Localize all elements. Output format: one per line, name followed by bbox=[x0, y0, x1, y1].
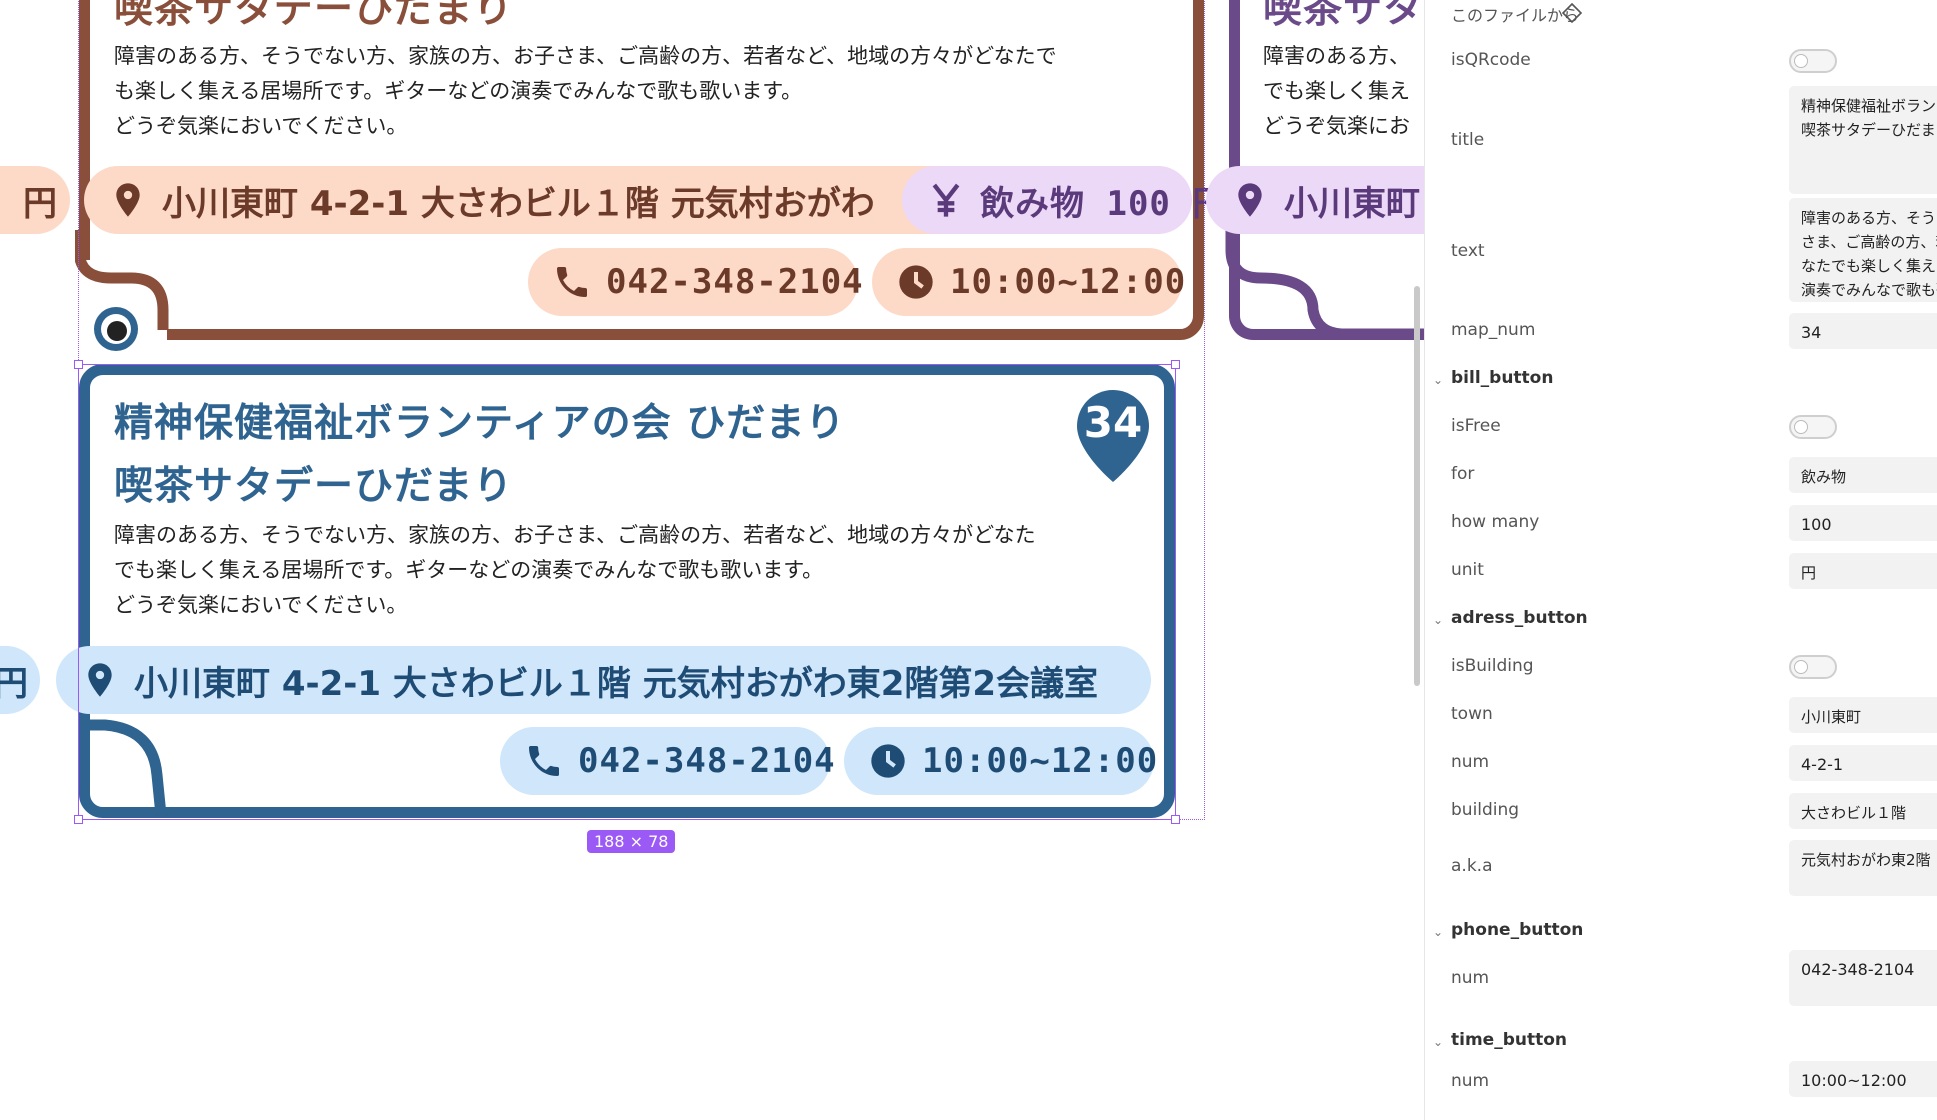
card-right-desc-2: でも楽しく集え bbox=[1263, 79, 1410, 103]
map-num-label: map_num bbox=[1451, 320, 1536, 340]
how-many-field[interactable]: 100 bbox=[1789, 505, 1937, 541]
pin-icon bbox=[1238, 183, 1262, 217]
address-text: 小川東町 bbox=[1284, 183, 1420, 224]
chevron-down-icon[interactable]: ⌄ bbox=[1433, 1035, 1443, 1049]
chevron-down-icon[interactable]: ⌄ bbox=[1433, 613, 1443, 627]
selection-size-tag: 188 × 78 bbox=[587, 830, 676, 853]
pill-text: 円 bbox=[0, 663, 28, 704]
resize-handle-bl[interactable] bbox=[74, 815, 83, 824]
source-label: このファイルから bbox=[1451, 6, 1580, 25]
bill-button-group[interactable]: bill_button bbox=[1451, 368, 1553, 388]
isbuilding-toggle[interactable] bbox=[1789, 655, 1837, 679]
num-field[interactable]: 4-2-1 bbox=[1789, 745, 1937, 781]
aka-label: a.k.a bbox=[1451, 856, 1493, 876]
phone-num-field[interactable]: 042-348-2104 bbox=[1789, 950, 1937, 1006]
card-right-tab-curve bbox=[1225, 230, 1424, 340]
resize-handle-br[interactable] bbox=[1171, 815, 1180, 824]
phone-button-group[interactable]: phone_button bbox=[1451, 920, 1583, 940]
card-right-address-pill[interactable]: 小川東町 bbox=[1206, 166, 1424, 234]
title-label: title bbox=[1451, 130, 1485, 150]
isbuilding-label: isBuilding bbox=[1451, 656, 1534, 676]
unit-field[interactable]: 円 bbox=[1789, 553, 1937, 589]
canvas-scrollbar[interactable] bbox=[1414, 286, 1420, 686]
time-num-label: num bbox=[1451, 1071, 1490, 1091]
isqrcode-toggle[interactable] bbox=[1789, 49, 1837, 73]
card-right-title: 喫茶サタ bbox=[1263, 0, 1424, 32]
isfree-toggle[interactable] bbox=[1789, 415, 1837, 439]
design-canvas[interactable]: 喫茶サタデーひだまり 障害のある方、そうでない方、家族の方、お子さま、ご高齢の方… bbox=[0, 0, 1424, 1120]
time-num-field[interactable]: 10:00~12:00 bbox=[1789, 1061, 1937, 1097]
pill-text: 0 円 bbox=[0, 183, 58, 224]
map-num-field[interactable]: 34 bbox=[1789, 313, 1937, 349]
adress-button-group[interactable]: adress_button bbox=[1451, 608, 1588, 628]
card-prev-bill-pill[interactable]: 0 円 bbox=[0, 166, 70, 234]
selection-box[interactable] bbox=[78, 364, 1176, 820]
aka-field[interactable]: 元気村おがわ東2階 bbox=[1789, 840, 1937, 896]
building-label: building bbox=[1451, 800, 1520, 820]
chevron-down-icon[interactable]: ⌄ bbox=[1433, 373, 1443, 387]
resize-handle-tl[interactable] bbox=[74, 360, 83, 369]
isqrcode-label: isQRcode bbox=[1451, 50, 1531, 70]
for-label: for bbox=[1451, 464, 1475, 484]
isfree-label: isFree bbox=[1451, 416, 1501, 436]
title-field[interactable]: 精神保健福祉ボラン 喫茶サタデーひだまり bbox=[1789, 86, 1937, 194]
phone-num-label: num bbox=[1451, 968, 1490, 988]
text-label: text bbox=[1451, 241, 1485, 261]
card-prev2-bill-pill[interactable]: 円 bbox=[0, 646, 40, 714]
resize-handle-tr[interactable] bbox=[1171, 360, 1180, 369]
component-diamond-icon[interactable] bbox=[1561, 2, 1583, 24]
unit-label: unit bbox=[1451, 560, 1484, 580]
card-right-desc-3: どうぞ気楽にお bbox=[1263, 114, 1410, 138]
for-field[interactable]: 飲み物 bbox=[1789, 457, 1937, 493]
how-many-label: how many bbox=[1451, 512, 1540, 532]
card-right-desc-1: 障害のある方、 bbox=[1263, 44, 1410, 68]
time-button-group[interactable]: time_button bbox=[1451, 1030, 1567, 1050]
town-label: town bbox=[1451, 704, 1493, 724]
text-field[interactable]: 障害のある方、そうで さま、ご高齢の方、若 なたでも楽しく集える 演奏でみんなで… bbox=[1789, 198, 1937, 302]
chevron-down-icon[interactable]: ⌄ bbox=[1433, 925, 1443, 939]
building-field[interactable]: 大さわビル１階 bbox=[1789, 793, 1937, 829]
num-label: num bbox=[1451, 752, 1490, 772]
town-field[interactable]: 小川東町 bbox=[1789, 697, 1937, 733]
properties-panel: このファイルから isQRcode title 精神保健福祉ボラン 喫茶サタデー… bbox=[1424, 0, 1937, 1120]
